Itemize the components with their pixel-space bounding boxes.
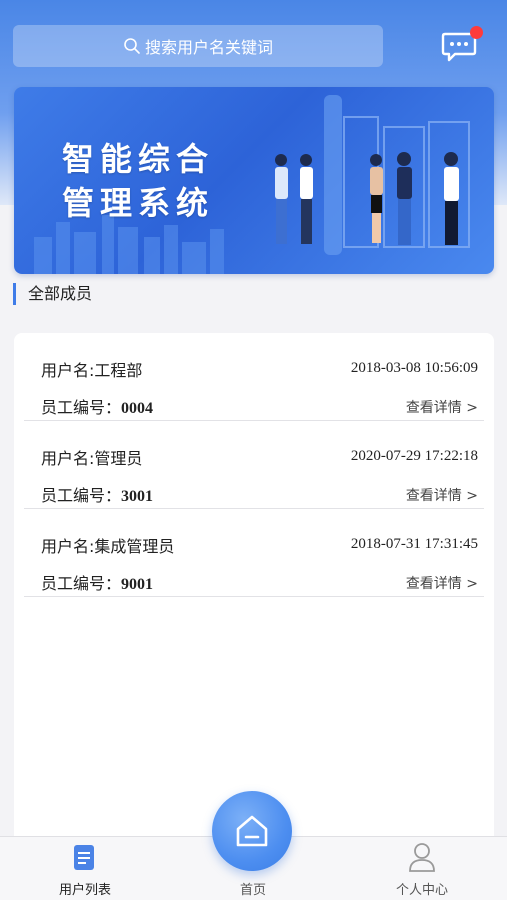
- username-value: 管理员: [94, 449, 143, 468]
- username-label: 用户名:: [41, 449, 95, 468]
- tab-home-label: 首页: [239, 883, 266, 898]
- employee-number: 员工编号：3001: [41, 482, 153, 506]
- person-icon: [409, 843, 435, 872]
- username: 用户名:集成管理员: [41, 533, 174, 557]
- tab-user-list[interactable]: 用户列表: [25, 837, 145, 900]
- employee-number-label: 员工编号：: [41, 574, 122, 593]
- employee-number-label: 员工编号：: [41, 398, 122, 417]
- employee-number: 员工编号：9001: [41, 570, 153, 594]
- list-item[interactable]: 用户名:管理员 2020-07-29 17:22:18 员工编号：3001 查看…: [24, 421, 484, 509]
- username-label: 用户名:: [41, 361, 95, 380]
- user-list-icon: [74, 845, 94, 870]
- list-item[interactable]: 用户名:集成管理员 2018-07-31 17:31:45 员工编号：9001 …: [24, 509, 484, 597]
- banner-title: 智能综合 管理系统: [62, 137, 214, 225]
- view-details-link[interactable]: 查看详情 >: [406, 485, 478, 505]
- view-details-link[interactable]: 查看详情 >: [406, 397, 478, 417]
- created-time: 2020-07-29 17:22:18: [350, 448, 478, 464]
- username-value: 集成管理员: [94, 537, 175, 556]
- username: 用户名:工程部: [41, 357, 142, 381]
- username-label: 用户名:: [41, 537, 95, 556]
- banner-title-line2: 管理系统: [62, 184, 215, 222]
- member-list: 用户名:工程部 2018-03-08 10:56:09 员工编号：0004 查看…: [14, 333, 494, 843]
- banner-title-line1: 智能综合: [62, 140, 215, 178]
- section-title: 全部成员: [13, 283, 92, 305]
- people-illustration: [275, 152, 459, 245]
- tab-profile-label: 个人中心: [395, 883, 448, 898]
- notification-badge: [470, 26, 483, 39]
- home-button[interactable]: [212, 791, 292, 871]
- created-time: 2018-03-08 10:56:09: [350, 360, 478, 376]
- search-bar[interactable]: 搜索用户名关键词: [13, 25, 383, 67]
- username: 用户名:管理员: [41, 445, 142, 469]
- search-icon: [124, 38, 140, 54]
- employee-number-value: 9001: [121, 576, 154, 593]
- tab-user-list-label: 用户列表: [58, 883, 111, 898]
- home-icon: [236, 815, 268, 847]
- employee-number-label: 员工编号：: [41, 486, 122, 505]
- created-time: 2018-07-31 17:31:45: [350, 536, 478, 552]
- view-details-link[interactable]: 查看详情 >: [406, 573, 478, 593]
- username-value: 工程部: [94, 361, 143, 380]
- search-placeholder: 搜索用户名关键词: [144, 38, 273, 57]
- list-item[interactable]: 用户名:工程部 2018-03-08 10:56:09 员工编号：0004 查看…: [24, 333, 484, 421]
- banner[interactable]: 智能综合 管理系统: [14, 87, 494, 274]
- tab-profile[interactable]: 个人中心: [362, 837, 482, 900]
- employee-number-value: 0004: [121, 400, 154, 417]
- employee-number: 员工编号：0004: [41, 394, 153, 418]
- employee-number-value: 3001: [121, 488, 154, 505]
